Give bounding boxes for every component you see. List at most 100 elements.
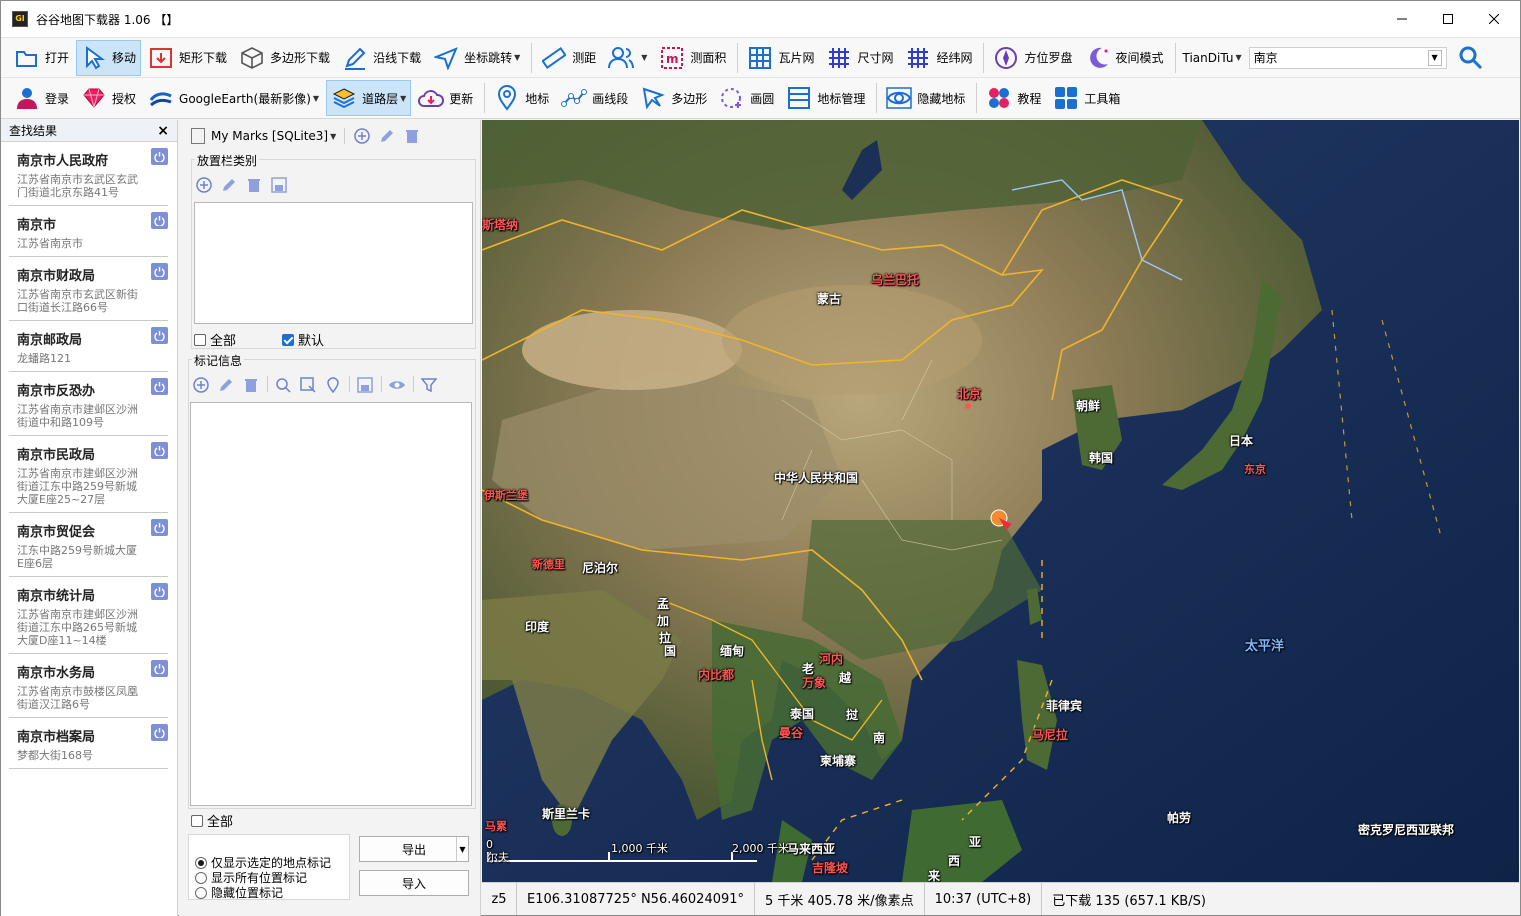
update-button[interactable]: 更新 [413, 80, 478, 116]
time-readout: 10:37 (UTC+8) [925, 883, 1043, 915]
users-button[interactable]: ▼ [603, 40, 652, 76]
edit-category-icon[interactable] [220, 176, 238, 194]
search-input[interactable]: 南京 [1254, 49, 1278, 66]
power-icon[interactable] [151, 327, 168, 344]
move-button[interactable]: 移动 [76, 39, 142, 76]
search-combobox[interactable]: 南京 ▼ [1248, 46, 1447, 69]
search-button[interactable] [1453, 40, 1494, 76]
add-category-icon[interactable] [195, 176, 213, 194]
delete-db-icon[interactable] [403, 127, 421, 145]
minimize-icon [1397, 18, 1407, 20]
result-name: 南京市水务局 [17, 666, 96, 681]
result-item[interactable]: 南京市统计局 江苏省南京市建邺区沙洲街道江东中路265号新城大厦D座11~14楼 [9, 577, 168, 654]
dropdown-arrow-icon[interactable]: ▼ [330, 132, 336, 141]
radio-unselected[interactable] [195, 886, 207, 899]
login-button[interactable]: 登录 [9, 80, 74, 116]
select-area-icon[interactable] [299, 376, 317, 394]
result-address: 江苏省南京市鼓楼区凤凰街道汉江路6号 [17, 685, 138, 711]
add-mark-icon[interactable] [192, 376, 210, 394]
measure-area-button[interactable]: m 测面积 [654, 40, 731, 76]
add-db-icon[interactable] [353, 127, 371, 145]
marks-db-dropdown[interactable]: My Marks [SQLite3] [211, 129, 328, 143]
draw-line-label: 画线段 [592, 91, 629, 106]
power-icon[interactable] [151, 378, 168, 395]
default-label: 默认 [298, 334, 325, 349]
radio-unselected[interactable] [195, 871, 207, 884]
eye-icon[interactable] [388, 376, 406, 394]
toolbox-button[interactable]: 工具箱 [1048, 80, 1125, 116]
search-mark-icon[interactable] [274, 376, 292, 394]
power-icon[interactable] [151, 583, 168, 600]
map-canvas[interactable]: 斯塔纳 乌兰巴托 蒙古 北京 朝鲜 韩国 日本 东京 中华人民共和国 伊斯兰堡 … [482, 120, 1519, 882]
polygon-download-button[interactable]: 多边形下载 [234, 40, 335, 76]
import-label: 导入 [401, 876, 426, 891]
open-button[interactable]: 打开 [9, 40, 74, 76]
save-category-icon[interactable] [270, 176, 288, 194]
coord-jump-button[interactable]: 坐标跳转 ▼ [428, 40, 525, 76]
result-item[interactable]: 南京市财政局 江苏省南京市玄武区新街口街道长江路66号 [9, 257, 168, 321]
latlon-grid-button[interactable]: 经纬网 [900, 40, 977, 76]
category-listbox[interactable] [194, 202, 473, 324]
all-marks-checkbox[interactable]: 全部 [191, 811, 233, 830]
close-button[interactable] [1471, 1, 1517, 37]
delete-mark-icon[interactable] [242, 376, 260, 394]
power-icon[interactable] [151, 148, 168, 165]
mark-info-listbox[interactable] [190, 402, 472, 806]
result-item[interactable]: 南京市贸促会 江东中路259号新城大厦E座6层 [9, 513, 168, 577]
hide-all-radio[interactable]: 隐藏位置标记 [195, 884, 283, 901]
scale-mid-label: 1,000 千米 [611, 842, 668, 855]
save-mark-icon[interactable] [356, 376, 374, 394]
delete-category-icon[interactable] [245, 176, 263, 194]
rect-download-button[interactable]: 矩形下载 [143, 40, 232, 76]
import-button[interactable]: 导入 [359, 870, 469, 896]
result-item[interactable]: 南京市民政局 江苏省南京市建邺区沙洲街道江东中路259号新城大厦E座25~27层 [9, 436, 168, 513]
power-icon[interactable] [151, 660, 168, 677]
tutorial-button[interactable]: 教程 [981, 80, 1046, 116]
power-icon[interactable] [151, 212, 168, 229]
export-button[interactable]: 导出 ▼ [359, 836, 469, 862]
draw-line-button[interactable]: 画线段 [556, 80, 633, 116]
license-button[interactable]: 授权 [76, 80, 141, 116]
locate-mark-icon[interactable] [324, 376, 342, 394]
all-categories-checkbox[interactable]: 全部 [194, 330, 282, 349]
mark-manage-button[interactable]: 地标管理 [781, 80, 870, 116]
power-icon[interactable] [151, 724, 168, 741]
power-icon[interactable] [151, 519, 168, 536]
result-item[interactable]: 南京市水务局江苏省南京市鼓楼区凤凰街道汉江路6号 [9, 654, 168, 718]
hide-marks-button[interactable]: 隐藏地标 [881, 80, 970, 116]
map-source-dropdown[interactable]: TianDiTu ▼ [1180, 40, 1245, 76]
road-layer-dropdown[interactable]: 道路层 ▼ [326, 80, 412, 116]
result-item[interactable]: 南京邮政局 龙蟠路121 [9, 321, 168, 372]
edit-db-icon[interactable] [378, 127, 396, 145]
result-item[interactable]: 南京市档案局 梦都大街168号 [9, 718, 168, 769]
default-category-checkbox[interactable]: 默认 [282, 330, 324, 349]
checkbox-unchecked[interactable] [194, 333, 206, 346]
measure-distance-button[interactable]: 测距 [536, 40, 601, 76]
power-icon[interactable] [151, 442, 168, 459]
close-icon[interactable]: × [157, 123, 169, 139]
result-item[interactable]: 南京市反恐办 江苏省南京市建邺区沙洲街道中和路109号 [9, 372, 168, 436]
line-download-button[interactable]: 沿线下载 [337, 40, 426, 76]
minimize-button[interactable] [1379, 1, 1425, 37]
placemark-label: 地标 [525, 91, 550, 106]
google-earth-dropdown[interactable]: GoogleEarth(最新影像) ▼ [143, 80, 324, 116]
checkbox-checked[interactable] [282, 333, 294, 346]
size-grid-button[interactable]: 尺寸网 [821, 40, 898, 76]
placemark-button[interactable]: 地标 [489, 80, 554, 116]
radio-selected[interactable] [195, 856, 207, 869]
tile-grid-button[interactable]: 瓦片网 [742, 40, 819, 76]
result-item[interactable]: 南京市人民政府 江苏省南京市玄武区玄武门街道北京东路41号 [9, 142, 168, 206]
circle-button[interactable]: 画圆 [714, 80, 779, 116]
filter-icon[interactable] [420, 376, 438, 394]
maximize-button[interactable] [1425, 1, 1471, 37]
power-icon[interactable] [151, 263, 168, 280]
night-mode-button[interactable]: 夜间模式 [1080, 40, 1169, 76]
chevron-down-icon[interactable]: ▼ [1427, 49, 1442, 66]
edit-mark-icon[interactable] [217, 376, 235, 394]
result-item[interactable]: 南京市 江苏省南京市 [9, 206, 168, 257]
checkbox-unchecked[interactable] [191, 814, 203, 827]
compass-button[interactable]: 方位罗盘 [988, 40, 1077, 76]
dropdown-arrow-icon[interactable]: ▼ [456, 837, 468, 861]
all-marks-label: 全部 [207, 815, 234, 830]
polygon-button[interactable]: 多边形 [635, 80, 712, 116]
